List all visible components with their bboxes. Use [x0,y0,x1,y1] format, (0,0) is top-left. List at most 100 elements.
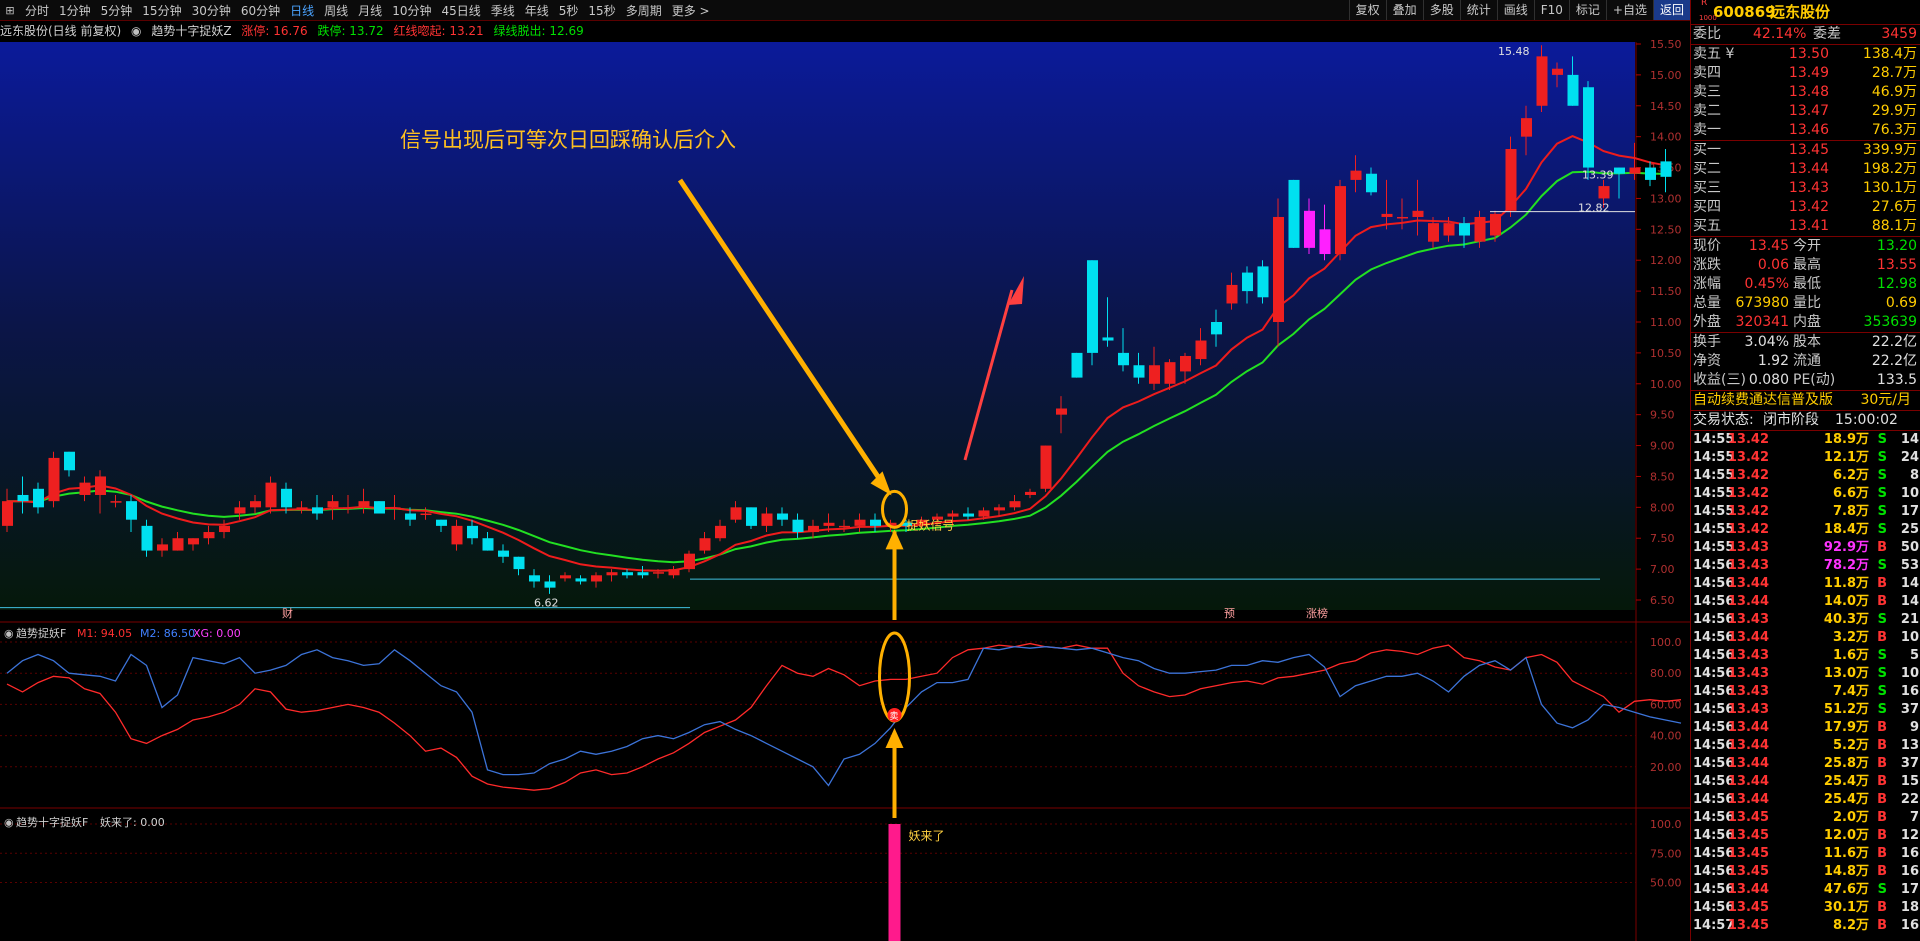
candle-body [1645,167,1656,180]
tick-volume: 13.0万 [1823,666,1869,681]
candle-body [1257,266,1269,298]
event-mark[interactable]: 涨榜 [1306,606,1328,620]
candle-body [389,507,401,509]
period-15[interactable]: 多周期 [621,2,667,19]
bid-row[interactable]: 买一 13.45 339.9万 [1691,141,1920,160]
tick-price: 13.44 [1727,774,1769,789]
tick-count: 17 [1900,504,1919,519]
ask-row[interactable]: 卖二 13.47 29.9万 [1691,102,1920,121]
tool-button-6[interactable]: 标记 [1568,0,1606,20]
tick-price: 13.45 [1727,900,1769,915]
tick-row: 14:55 13.42 6.6万 S 10 [1691,485,1920,503]
indicator-name[interactable]: 趋势十字捉妖Z [151,24,231,38]
tool-button-3[interactable]: 统计 [1459,0,1497,20]
candle-body [1133,365,1145,378]
quote-header: R 1000 600869 远东股份 [1691,0,1920,24]
candle-body [296,507,308,509]
tool-button-0[interactable]: 复权 [1348,0,1386,20]
candle-body [575,578,587,582]
tick-side: B [1877,540,1887,555]
ask-row[interactable]: 卖五 ¥ 13.50 138.4万 [1691,45,1920,64]
bar-title[interactable]: 趋势十字捉妖F [16,815,88,829]
period-10[interactable]: 45日线 [436,2,485,19]
tick-volume: 12.1万 [1823,450,1869,465]
main-panel-background [0,42,1635,610]
settings-icon[interactable]: ⊞ [0,4,20,17]
stat2-value-2: 22.2亿 [1871,334,1917,350]
period-5[interactable]: 60分钟 [236,2,285,19]
tick-side: B [1877,594,1887,609]
candle-body [1366,173,1377,193]
tick-price: 13.42 [1727,504,1769,519]
event-mark[interactable]: 财 [282,606,293,620]
bid-price: 13.44 [1788,161,1829,177]
tool-button-8[interactable]: 返回 [1652,0,1690,20]
period-7[interactable]: 周线 [319,2,353,19]
tick-price: 13.42 [1727,486,1769,501]
ask-row[interactable]: 卖三 13.48 46.9万 [1691,83,1920,102]
stat2-label-1: 换手 [1693,334,1721,350]
period-0[interactable]: 分时 [20,2,54,19]
period-2[interactable]: 5分钟 [96,2,138,19]
price-tick-label: 11.50 [1650,285,1682,298]
ask-row[interactable]: 卖一 13.46 76.3万 [1691,121,1920,140]
period-12[interactable]: 年线 [520,2,554,19]
tool-button-5[interactable]: F10 [1533,0,1569,20]
tool-button-1[interactable]: 叠加 [1385,0,1423,20]
ad-row[interactable]: 自动续费通达信普及版 30元/月 [1691,391,1920,410]
ask-label: 卖五 ¥ [1693,46,1735,62]
tick-volume: 40.3万 [1823,612,1869,627]
tool-button-2[interactable]: 多股 [1422,0,1460,20]
bar-tick-label: 50.00 [1650,877,1682,890]
period-9[interactable]: 10分钟 [387,2,436,19]
tick-price: 13.44 [1727,720,1769,735]
period-6[interactable]: 日线 [285,2,319,19]
period-14[interactable]: 15秒 [583,2,620,19]
tick-count: 10 [1900,630,1919,645]
osc-title[interactable]: 趋势捉妖F [16,626,66,640]
tick-count: 14 [1900,594,1919,609]
candle-body [1242,272,1253,292]
candle-body [157,544,168,551]
osc-collapse-icon[interactable]: ◉ [4,627,14,640]
period-11[interactable]: 季线 [486,2,520,19]
candle-body [1180,355,1191,372]
ask-volume: 29.9万 [1871,103,1917,119]
green-line-value: 绿线脱出: 12.69 [493,24,584,38]
period-1[interactable]: 1分钟 [54,2,96,19]
tick-volume: 92.9万 [1823,540,1869,555]
ask-row[interactable]: 卖四 13.49 28.7万 [1691,64,1920,83]
stat-value-1: 673980 [1735,295,1789,311]
bid-row[interactable]: 买三 13.43 130.1万 [1691,179,1920,198]
tool-button-4[interactable]: 画线 [1496,0,1534,20]
period-3[interactable]: 15分钟 [137,2,186,19]
tick-price: 13.44 [1727,792,1769,807]
period-13[interactable]: 5秒 [554,2,584,19]
bid-row[interactable]: 买五 13.41 88.1万 [1691,217,1920,236]
period-4[interactable]: 30分钟 [187,2,236,19]
bar-collapse-icon[interactable]: ◉ [4,816,14,829]
period-16[interactable]: 更多 > [667,2,715,19]
candle-body [33,488,44,508]
price-tick-label: 8.50 [1650,470,1675,483]
tick-side: S [1877,468,1887,483]
candle-body [250,501,261,508]
tick-price: 13.44 [1727,576,1769,591]
candle-body [653,572,664,574]
bid-row[interactable]: 买四 13.42 27.6万 [1691,198,1920,217]
tick-side: B [1877,756,1887,771]
stat-label-1: 涨幅 [1693,276,1721,292]
weicha-value: 3459 [1881,26,1917,42]
bid-row[interactable]: 买二 13.44 198.2万 [1691,160,1920,179]
tick-price: 13.42 [1727,522,1769,537]
event-mark[interactable]: 预 [1224,607,1235,620]
collapse-icon[interactable]: ◉ [131,24,141,38]
tick-count: 8 [1909,468,1919,483]
stat-label-1: 外盘 [1693,314,1721,330]
tool-button-7[interactable]: +自选 [1605,0,1653,20]
period-8[interactable]: 月线 [353,2,387,19]
tick-row: 14:56 13.43 7.4万 S 16 [1691,683,1920,701]
period-list: 分时 1分钟 5分钟 15分钟 30分钟 60分钟 日线 周线 月线 10分钟 45日线 季线 年线 5秒… [20,2,715,19]
high-price-label: 15.48 [1498,45,1530,58]
candle-body [854,519,866,526]
